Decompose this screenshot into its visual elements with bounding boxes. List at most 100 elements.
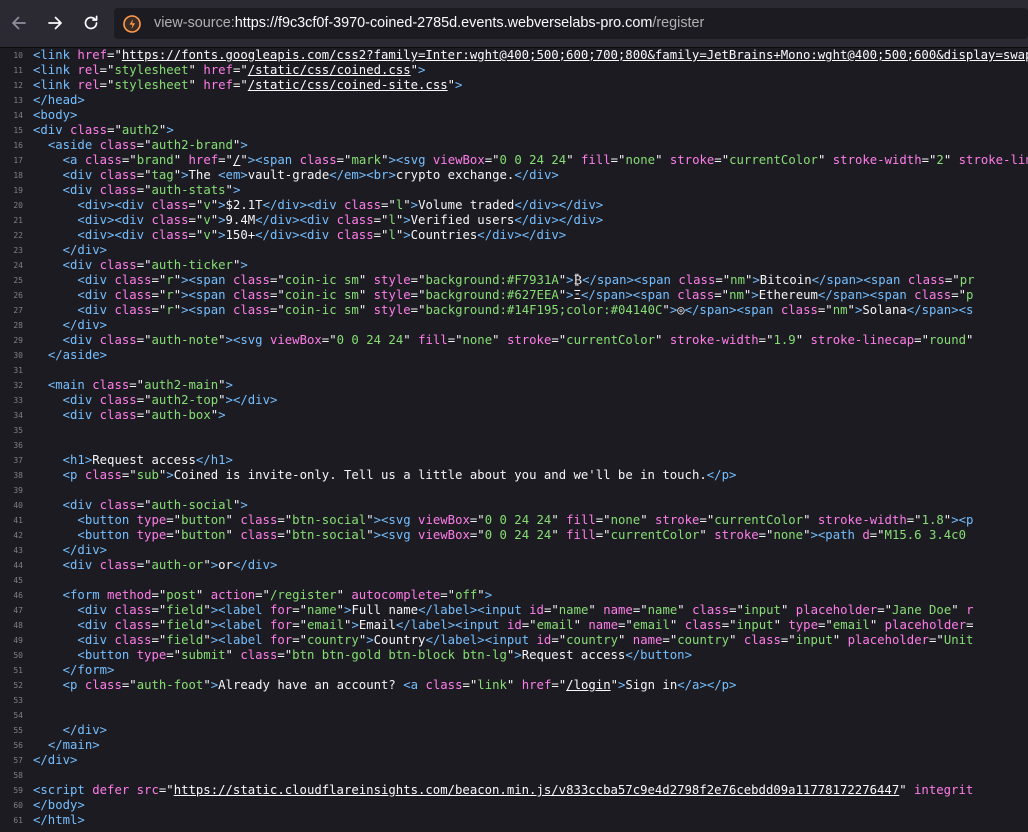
attr-name-token: fill	[566, 528, 596, 542]
text-token: "	[492, 333, 507, 347]
text-token: "	[780, 603, 796, 617]
attr-name-token: style	[373, 303, 411, 317]
site-favicon-icon	[123, 15, 141, 33]
text-token: ="	[188, 213, 204, 227]
source-line	[33, 423, 1028, 438]
tag-token: <div	[62, 258, 100, 272]
attr-name-token: d	[862, 528, 870, 542]
attr-name-token: action	[210, 588, 256, 602]
text-token: ="	[151, 633, 167, 647]
source-line: <link href="https://fonts.googleapis.com…	[33, 48, 1028, 63]
link-token[interactable]: https://fonts.googleapis.com/css2?family…	[122, 48, 1028, 62]
tag-token: </label><input	[395, 618, 507, 632]
text-token: "	[669, 618, 685, 632]
text-token: ="	[440, 588, 456, 602]
attr-name-token: class	[99, 498, 137, 512]
text-token: ="	[469, 513, 485, 527]
line-number: 17	[13, 156, 23, 165]
back-button[interactable]	[4, 8, 34, 38]
attr-name-token: stroke-width	[832, 153, 922, 167]
text-token: "	[225, 648, 241, 662]
attr-name-token: class	[692, 603, 730, 617]
text-token: "	[506, 678, 522, 692]
source-line: <div class="r"><span class="coin-ic sm" …	[33, 303, 1028, 318]
attr-value-token: input	[743, 603, 781, 617]
text-token: "	[551, 528, 567, 542]
attr-value-token: auth-social	[151, 498, 233, 512]
tag-token: >	[366, 633, 374, 647]
attr-value-token: background:#14F195;color:#04140C	[425, 303, 663, 317]
tag-token: >	[403, 213, 411, 227]
text-token: ="	[151, 288, 167, 302]
text-token: ="	[158, 783, 174, 797]
attr-name-token: class	[299, 153, 337, 167]
source-line: <div class="auth-box">	[33, 408, 1028, 423]
source-line	[33, 708, 1028, 723]
attr-value-token: coin-ic sm	[284, 273, 359, 287]
text-token: ="	[188, 228, 204, 242]
attr-value-token: mark	[351, 153, 382, 167]
attr-name-token: class	[678, 273, 716, 287]
link-token[interactable]: https://static.cloudflareinsights.com/be…	[174, 783, 900, 797]
attr-name-token: fill	[418, 333, 448, 347]
tag-token: <body>	[33, 108, 78, 122]
source-view[interactable]: 9101112131415161718192021222324252627282…	[0, 33, 1028, 832]
tag-token: <div	[77, 633, 115, 647]
attr-value-token: currentColor	[566, 333, 656, 347]
text-token: ="	[107, 123, 122, 137]
url-bar[interactable]: view-source:https://f9c3cf0f-3970-coined…	[114, 8, 1028, 39]
text-token: ="	[914, 333, 929, 347]
tag-token: ><label	[210, 633, 270, 647]
text-token: "	[899, 783, 915, 797]
tag-token: <div	[77, 273, 115, 287]
source-line: </div>	[33, 543, 1028, 558]
text-token: "	[203, 678, 211, 692]
text-token: Full name	[351, 603, 419, 617]
tag-token: <div	[62, 183, 100, 197]
text-token: "	[803, 513, 818, 527]
attr-value-token: currentColor	[714, 513, 804, 527]
source-line: <aside class="auth2-brand">	[33, 138, 1028, 153]
tag-token: </p>	[706, 468, 737, 482]
tag-token: >	[218, 408, 226, 422]
attr-value-token: sub	[136, 468, 159, 482]
link-token[interactable]: /static/css/coined.css	[248, 63, 411, 77]
attr-name-token: placeholder	[884, 618, 967, 632]
reload-button[interactable]	[76, 8, 106, 38]
text-token: ="	[721, 618, 737, 632]
text-token: ="	[321, 333, 337, 347]
forward-button[interactable]	[40, 8, 70, 38]
line-number: 48	[13, 621, 23, 630]
text-token: ="	[714, 288, 730, 302]
text-token: ="	[758, 528, 774, 542]
text-token: Email	[358, 618, 396, 632]
text-token: ="	[136, 168, 152, 182]
attr-name-token: for	[269, 603, 293, 617]
tag-token: <main	[47, 378, 93, 392]
attr-value-token: auth-stats	[151, 183, 226, 197]
text-token: "	[173, 303, 182, 317]
url-text[interactable]: view-source:https://f9c3cf0f-3970-coined…	[154, 15, 704, 32]
attr-name-token: class	[70, 123, 108, 137]
attr-value-token: nm	[730, 273, 745, 287]
text-token: "	[366, 513, 374, 527]
tag-token: </label><input	[418, 603, 530, 617]
source-line: <button type="button" class="btn-social"…	[33, 513, 1028, 528]
tag-token: >	[166, 123, 174, 137]
link-token[interactable]: /static/css/coined-site.css	[248, 78, 448, 92]
attr-value-token: Jane Doe	[892, 603, 952, 617]
attr-value-token: email	[632, 618, 670, 632]
line-number: 15	[13, 126, 23, 135]
link-token[interactable]: /login	[566, 678, 610, 692]
text-token: "	[655, 153, 670, 167]
line-number: 47	[13, 606, 23, 615]
tag-token: >	[240, 138, 248, 152]
line-number: 55	[13, 726, 23, 735]
